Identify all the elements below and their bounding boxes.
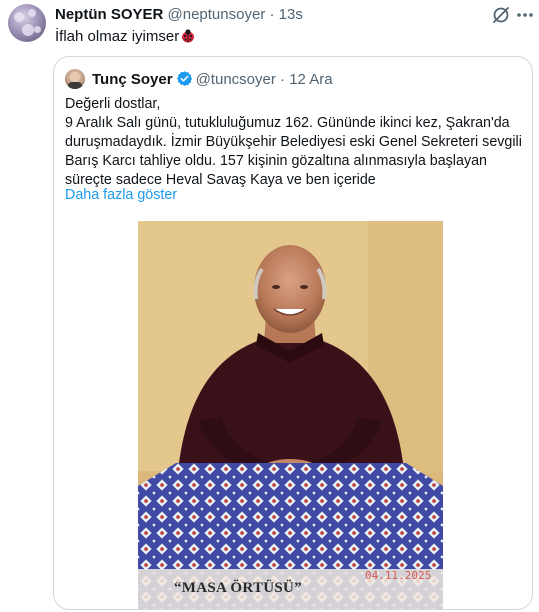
quoted-tweet[interactable]: Tunç Soyer @tuncsoyer · 12 Ara Değerli d… [53, 56, 533, 610]
photo-date-stamp: 04.11.2025 [365, 569, 432, 582]
tweet-photo[interactable]: “MASA ÖRTÜSÜ” 04.11.2025 [138, 221, 443, 609]
tweet-header: Neptün SOYER @neptunsoyer · 13s [55, 6, 303, 23]
tweet-text: İflah olmaz iyimser [55, 28, 196, 48]
author-name[interactable]: Neptün SOYER [55, 6, 163, 23]
show-more-link[interactable]: Daha fazla göster [65, 187, 177, 203]
ladybug-icon [180, 28, 196, 48]
quoted-body: Değerli dostlar, 9 Aralık Salı günü, tut… [65, 95, 527, 190]
quoted-author-name[interactable]: Tunç Soyer [92, 71, 173, 88]
tweet-text-content: İflah olmaz iyimser [55, 28, 180, 45]
quoted-time[interactable]: 12 Ara [289, 71, 332, 88]
separator-dot: · [269, 6, 275, 23]
tweet-time[interactable]: 13s [279, 6, 303, 23]
author-handle[interactable]: @neptunsoyer [168, 6, 266, 23]
quoted-body-text: Değerli dostlar, 9 Aralık Salı günü, tut… [65, 96, 522, 188]
avatar[interactable] [8, 4, 46, 42]
quoted-header: Tunç Soyer @tuncsoyer · 12 Ara [92, 70, 333, 91]
more-options-icon[interactable] [514, 4, 536, 26]
grok-icon[interactable] [490, 4, 512, 26]
photo-caption: “MASA ÖRTÜSÜ” [174, 580, 302, 596]
separator-dot: · [280, 71, 286, 88]
quoted-author-handle[interactable]: @tuncsoyer [196, 71, 276, 88]
quoted-avatar[interactable] [65, 69, 85, 89]
verified-badge-icon [176, 70, 193, 91]
